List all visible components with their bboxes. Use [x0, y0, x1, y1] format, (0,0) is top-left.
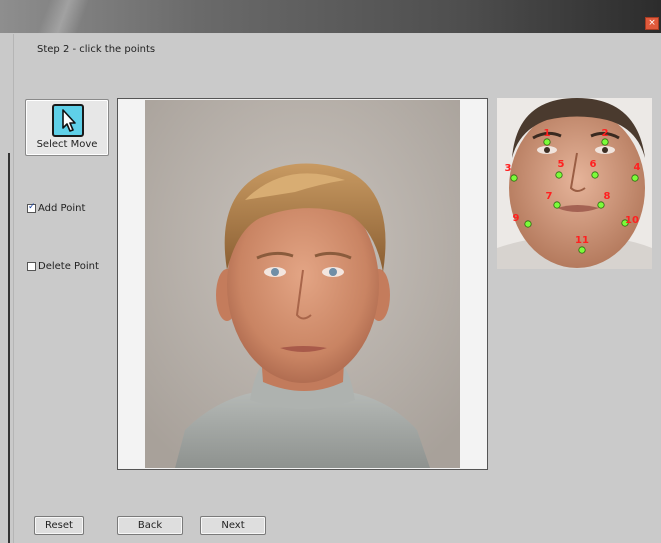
reference-point-label: 10 [625, 215, 639, 226]
reference-point-label: 1 [544, 128, 551, 139]
title-bar-glare [10, 0, 130, 33]
reference-point-label: 3 [505, 163, 512, 174]
select-move-button[interactable]: Select Move [25, 99, 109, 156]
reference-point-label: 11 [575, 235, 589, 246]
add-point-label: Add Point [38, 203, 86, 214]
reference-point-marker [631, 174, 639, 182]
reference-point-marker [578, 246, 586, 254]
reference-point-marker [601, 138, 609, 146]
window-left-border [8, 153, 10, 543]
reference-point-marker [591, 171, 599, 179]
reference-point-marker [597, 201, 605, 209]
reference-point-label: 5 [558, 159, 565, 170]
cursor-arrow-icon [52, 104, 84, 137]
add-point-checkbox[interactable] [27, 202, 36, 213]
add-point-option[interactable]: Add Point [27, 202, 86, 214]
reference-point-marker [553, 201, 561, 209]
window-title-bar: × [0, 0, 661, 33]
reference-point-label: 4 [634, 162, 641, 173]
reference-point-marker [555, 171, 563, 179]
reset-button[interactable]: Reset [34, 516, 84, 535]
back-button[interactable]: Back [117, 516, 183, 535]
delete-point-checkbox[interactable] [27, 262, 36, 271]
reference-face-image: 1 2 3 4 5 6 7 8 9 10 11 [497, 98, 652, 269]
delete-point-label: Delete Point [38, 261, 99, 272]
window-left-edge [0, 33, 10, 543]
step-instruction: Step 2 - click the points [37, 44, 156, 55]
reference-point-marker [524, 220, 532, 228]
reference-point-marker [510, 174, 518, 182]
reference-point-label: 2 [602, 128, 609, 139]
portrait-canvas[interactable] [117, 98, 488, 470]
reference-point-label: 6 [590, 159, 597, 170]
close-button[interactable]: × [645, 17, 659, 30]
portrait-photo[interactable] [145, 100, 460, 468]
select-move-label: Select Move [36, 139, 98, 150]
reference-point-label: 9 [513, 213, 520, 224]
reference-point-marker [543, 138, 551, 146]
reference-point-label: 8 [604, 191, 611, 202]
delete-point-option[interactable]: Delete Point [27, 261, 99, 272]
next-button[interactable]: Next [200, 516, 266, 535]
reference-point-label: 7 [546, 191, 553, 202]
